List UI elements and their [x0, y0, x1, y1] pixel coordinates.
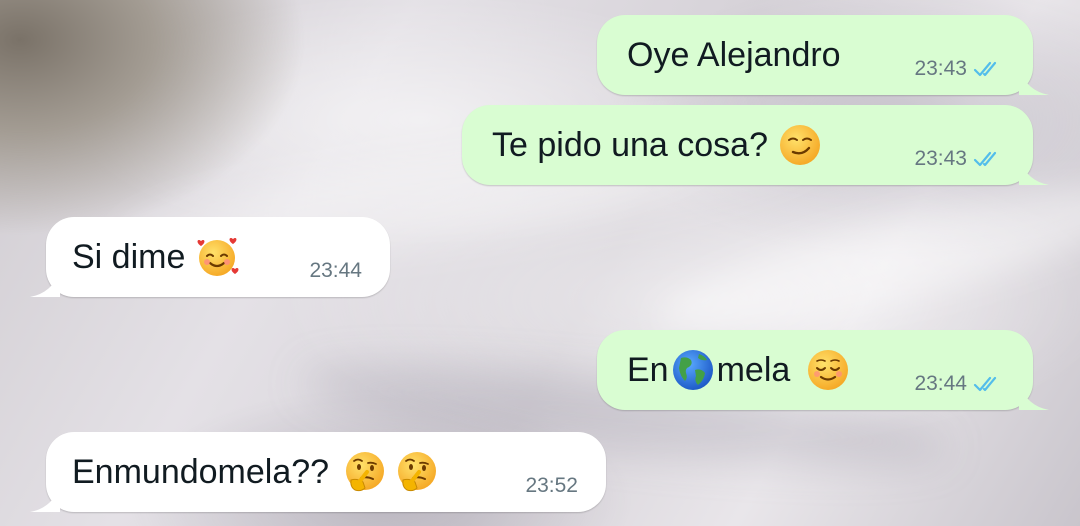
message-meta: 23:43 [914, 57, 1003, 81]
incoming-message[interactable]: Si dime 23:44 [30, 217, 390, 297]
bubble-tail [1019, 159, 1049, 185]
message-text: Oye Alejandro [627, 36, 841, 75]
message-text-content: Enmundomela?? [72, 452, 330, 491]
message-time: 23:52 [525, 474, 578, 497]
double-check-read-icon [973, 61, 997, 77]
message-meta: 23:44 [914, 372, 1003, 396]
chat-thread: Oye Alejandro 23:43 Te pido una cosa? 23… [0, 0, 1080, 526]
message-text-content: Si dime [72, 237, 186, 276]
outgoing-message[interactable]: En mela 23:44 [597, 330, 1049, 410]
double-check-read-icon [973, 151, 997, 167]
message-meta: 23:43 [914, 147, 1003, 171]
thinking-face-icon [346, 452, 385, 492]
message-text: Enmundomela?? [72, 450, 439, 494]
bubble-tail [30, 271, 60, 297]
message-text: En mela [627, 348, 850, 392]
bubble-tail [1019, 69, 1049, 95]
incoming-message[interactable]: Enmundomela?? 23:52 [30, 432, 606, 512]
message-text-after: mela [716, 350, 791, 389]
smiling-face-with-hearts-icon [197, 237, 239, 276]
relieved-face-icon [808, 350, 849, 390]
message-text-before: En [627, 350, 669, 389]
message-time: 23:44 [309, 259, 362, 282]
message-meta: 23:52 [525, 474, 578, 498]
message-time: 23:43 [914, 57, 967, 80]
smirking-face-icon [779, 125, 820, 165]
bubble-tail [30, 486, 60, 512]
message-time: 23:43 [914, 147, 967, 170]
message-text-content: Oye Alejandro [627, 35, 841, 74]
message-text: Te pido una cosa? [492, 123, 822, 167]
double-check-read-icon [973, 376, 997, 392]
thinking-face-icon [398, 452, 437, 492]
message-meta: 23:44 [309, 259, 362, 283]
outgoing-message[interactable]: Oye Alejandro 23:43 [597, 15, 1049, 95]
message-text-content: Te pido una cosa? [492, 125, 768, 164]
message-time: 23:44 [914, 372, 967, 395]
globe-americas-icon [672, 350, 713, 390]
bubble-tail [1019, 384, 1049, 410]
outgoing-message[interactable]: Te pido una cosa? 23:43 [462, 105, 1049, 185]
message-text: Si dime [72, 235, 239, 279]
